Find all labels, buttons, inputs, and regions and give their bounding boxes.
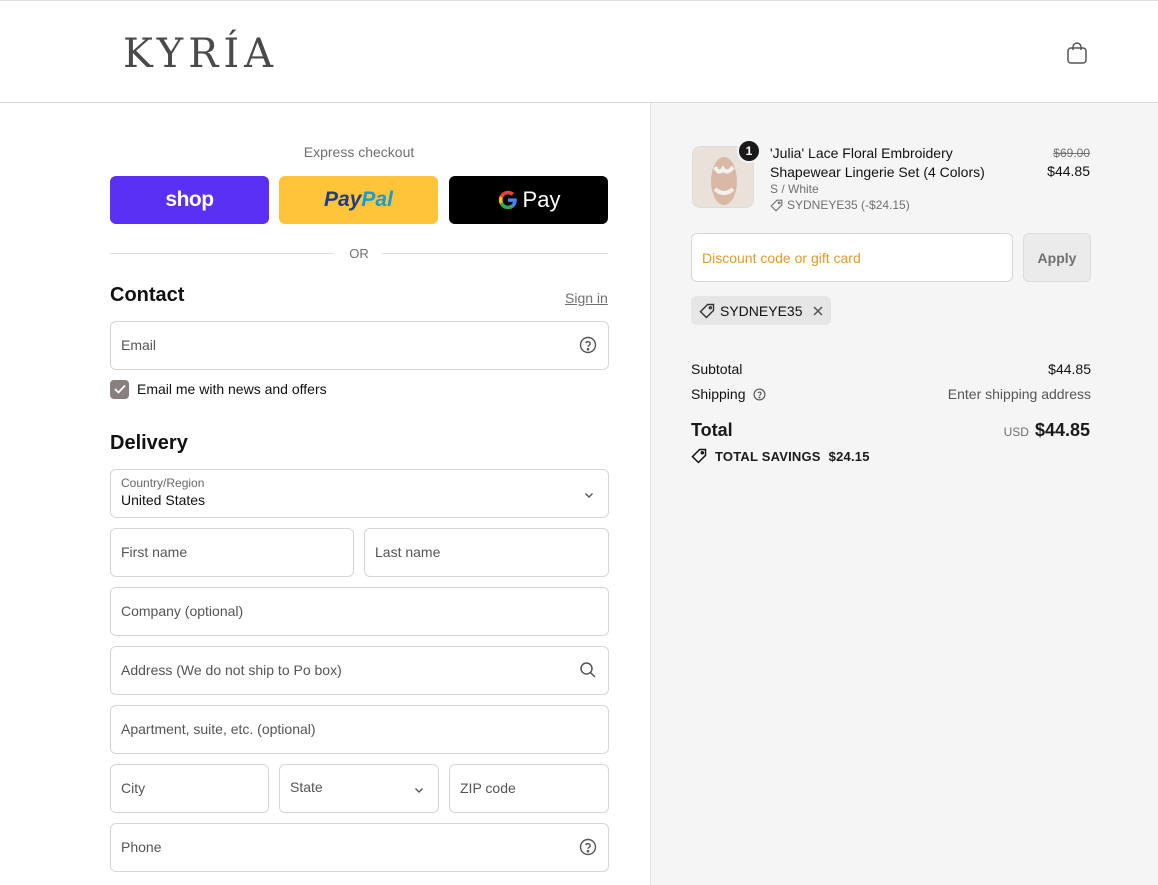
checkout-form: Express checkout shop Pay Pal Pay OR Cont…: [0, 103, 650, 885]
state-placeholder: State: [290, 779, 323, 795]
phone-field[interactable]: Phone: [110, 823, 609, 872]
state-select[interactable]: State: [279, 764, 439, 813]
paypal-label-part2: Pal: [361, 188, 393, 211]
subtotal-row: Subtotal $44.85: [691, 361, 1091, 377]
product-discount-text: SYDNEYE35 (-$24.15): [787, 198, 910, 212]
address-placeholder: Address (We do not ship to Po box): [121, 662, 342, 678]
contact-title: Contact: [110, 284, 185, 306]
order-summary: 1 'Julia' Lace Floral Embroidery Shapewe…: [650, 103, 1158, 885]
first-name-placeholder: First name: [121, 544, 188, 560]
address-field[interactable]: Address (We do not ship to Po box): [110, 646, 609, 695]
help-circle-icon[interactable]: [579, 838, 597, 856]
search-icon: [580, 662, 596, 678]
total-savings: TOTAL SAVINGS $24.15: [691, 448, 870, 464]
email-placeholder: Email: [121, 337, 157, 353]
savings-value: $24.15: [828, 448, 870, 464]
product-discount: SYDNEYE35 (-$24.15): [770, 198, 910, 212]
shipping-value: Enter shipping address: [947, 386, 1091, 402]
original-price: $69.00: [1053, 146, 1090, 160]
city-field[interactable]: City: [110, 764, 269, 813]
chevron-down-icon: [415, 788, 423, 793]
quantity-badge: 1: [737, 139, 761, 163]
country-select[interactable]: Country/Region United States: [110, 469, 609, 518]
applied-code: SYDNEYE35: [720, 302, 803, 319]
last-name-placeholder: Last name: [375, 544, 441, 560]
express-checkout-title: Express checkout: [303, 144, 415, 160]
newsletter-label: Email me with news and offers: [137, 381, 327, 397]
shop-pay-label: shop: [165, 188, 214, 211]
apartment-field[interactable]: Apartment, suite, etc. (optional): [110, 705, 609, 754]
shop-pay-button[interactable]: shop: [110, 176, 269, 224]
or-divider: OR: [110, 244, 608, 262]
newsletter-checkbox[interactable]: [110, 379, 129, 399]
paypal-button[interactable]: Pay Pal: [279, 176, 438, 224]
check-icon: [113, 384, 126, 394]
apartment-placeholder: Apartment, suite, etc. (optional): [121, 721, 316, 737]
remove-discount-icon[interactable]: [812, 305, 824, 317]
country-label: Country/Region: [121, 476, 205, 490]
sign-in-link[interactable]: Sign in: [565, 290, 608, 306]
google-pay-label: Pay: [522, 187, 561, 212]
chevron-down-icon: [585, 493, 593, 498]
discount-placeholder: Discount code or gift card: [702, 250, 861, 266]
applied-discount-chip: SYDNEYE35: [691, 296, 831, 325]
product-name: 'Julia' Lace Floral Embroidery Shapewear…: [770, 145, 985, 180]
help-circle-icon[interactable]: [579, 336, 597, 354]
brand-logo[interactable]: KYRÍA: [123, 31, 278, 77]
apply-discount-button[interactable]: Apply: [1023, 233, 1091, 282]
company-placeholder: Company (optional): [121, 603, 244, 619]
delivery-title: Delivery: [110, 432, 188, 454]
subtotal-value: $44.85: [1048, 361, 1091, 377]
tag-icon: [691, 448, 707, 464]
first-name-field[interactable]: First name: [110, 528, 354, 577]
city-placeholder: City: [121, 780, 146, 796]
newsletter-checkbox-row[interactable]: Email me with news and offers: [110, 379, 327, 399]
total-label: Total: [691, 420, 733, 440]
subtotal-label: Subtotal: [691, 361, 743, 377]
zip-field[interactable]: ZIP code: [449, 764, 609, 813]
shipping-row: Shipping Enter shipping address: [691, 386, 1091, 402]
savings-label: TOTAL SAVINGS: [715, 448, 821, 464]
tag-icon: [699, 303, 715, 318]
currency-code: USD: [1003, 425, 1029, 439]
google-g-icon: [498, 190, 517, 210]
google-pay-button[interactable]: Pay: [449, 176, 608, 224]
email-field[interactable]: Email: [110, 321, 609, 370]
site-header: KYRÍA: [0, 0, 1158, 103]
product-variant: S / White: [770, 182, 819, 196]
zip-placeholder: ZIP code: [460, 780, 516, 796]
phone-placeholder: Phone: [121, 839, 162, 855]
paypal-label-part1: Pay: [324, 188, 362, 211]
tag-icon: [770, 199, 783, 212]
shipping-label: Shipping: [691, 386, 746, 402]
country-value: United States: [121, 492, 206, 508]
last-name-field[interactable]: Last name: [364, 528, 609, 577]
shopping-bag-icon[interactable]: [1066, 41, 1088, 65]
total-amount: USD $44.85: [1004, 420, 1090, 441]
total-value: $44.85: [1034, 420, 1090, 440]
help-circle-icon[interactable]: [753, 388, 766, 401]
current-price: $44.85: [1047, 163, 1090, 179]
company-field[interactable]: Company (optional): [110, 587, 609, 636]
discount-code-input[interactable]: Discount code or gift card: [691, 233, 1013, 282]
